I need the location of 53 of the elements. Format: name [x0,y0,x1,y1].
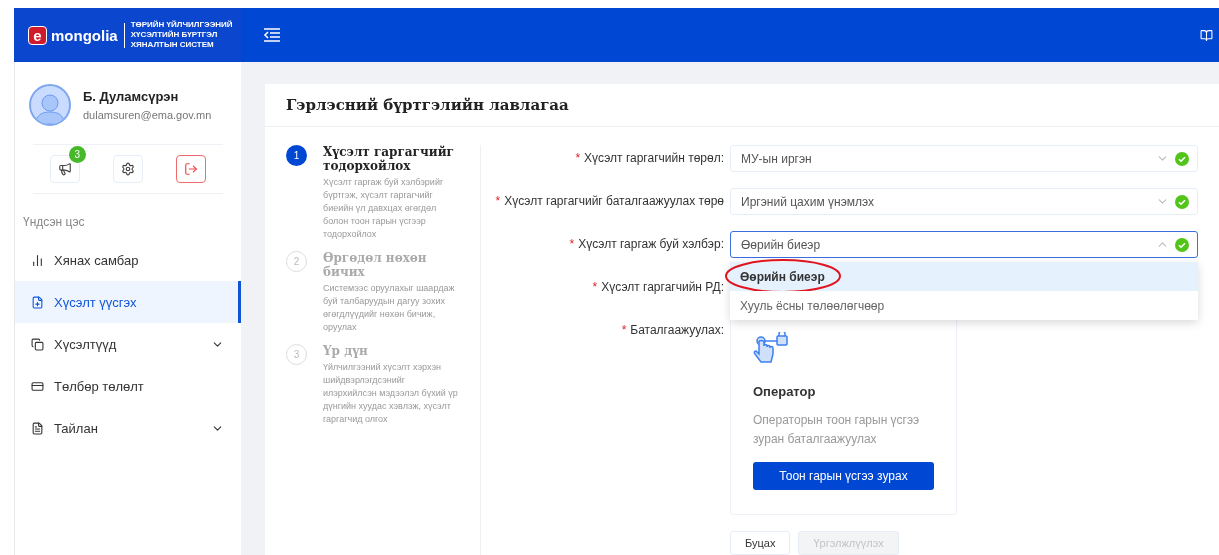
sign-button[interactable]: Тоон гарын үсгээ зурах [753,462,934,490]
menu-icon [31,295,44,309]
select-field[interactable]: Иргэний цахим үнэмлэх [730,188,1198,215]
page-title: Гэрлэсний бүртгэлийн лавлагаа [286,96,569,114]
required-mark: * [621,323,627,337]
required-mark: * [569,237,575,251]
menu-icon [31,337,44,351]
required-mark: * [575,151,581,165]
menu-icon [31,379,44,393]
menu-item[interactable]: Хянах самбар [15,239,241,281]
settings-icon [121,162,135,176]
logout-button[interactable] [176,155,207,183]
field-label: Хүсэлт гаргагчийн РД: [601,280,724,294]
field-label: Хүсэлт гаргаж буй хэлбэр: [578,237,724,251]
menu-heading: Үндсэн цэс [23,215,86,229]
menu-item[interactable]: Хүсэлт үүсгэх [15,281,241,323]
megaphone-icon [57,162,72,176]
menu-item[interactable]: Төлбөр төлөлт [15,365,241,407]
select-field[interactable]: МУ-ын иргэн [730,145,1198,172]
menu-item[interactable]: Тайлан [15,407,241,449]
system-title: ТӨРИЙН ҮЙЛЧИЛГЭЭНИЙ ХҮСЭЛТИЙН БҮРТГЭЛ ХЯНАЛТЫН СИСТЕМ [130,20,233,50]
field-label: Хүсэлт гаргагчийг баталгаажуулах төрө [504,194,724,208]
field-label: Хүсэлт гаргагчийн төрөл: [584,151,724,165]
step-number: 3 [286,344,307,365]
menu-icon [31,421,44,435]
hand-lock-icon [753,332,789,366]
logout-icon [184,162,199,176]
required-mark: * [592,280,598,294]
logo: e mongolia [28,25,118,45]
back-button[interactable]: Буцах [730,531,791,555]
menu-collapse-icon[interactable] [263,28,281,42]
step-description: Системээс оруулахыг шаардаж буй талбаруудын дагуу зохих өгөгдлүүдийг нөхөн бичиж, оруулах [323,282,456,334]
step-title: Өргөдөл нөхөн бичих [323,251,428,279]
step-title: Үр дүн [323,344,369,358]
user-email: dulamsuren@ema.gov.mn [83,109,212,121]
field-label: Баталгаажуулах: [630,323,724,337]
menu-item[interactable]: Хүсэлтүүд [15,323,241,365]
menu-icon [31,253,44,267]
step-description: Хүсэлт гаргаж буй хэлбэрийг бүртгэж, хүсэлт гаргагчийг биеийн үл давхцах өгөгдөл болон тоон гарын үсгээр тодорхойлох [323,176,445,241]
settings-button[interactable] [113,155,143,183]
avatar-icon [29,84,71,126]
user-name: Б. Дуламсүрэн [83,89,180,104]
card-description: Операторын тоон гарын үсгээ зуран баталгаажуулах [753,412,921,448]
step-description: Үйлчилгээний хүсэлт хэрхэн шийдвэрлэгдсэнийг илэрхийлсэн мэдээлэл бүхий үр дүнгийн хуудас хэвлэж, хүсэлт гаргагчид олгох [323,361,459,426]
required-mark: * [495,194,501,208]
dropdown-option[interactable]: Хууль ёсны төлөөлөгчөөр [730,291,1198,320]
card-title: Оператор [753,384,817,399]
step-number: 2 [286,251,307,272]
book-icon[interactable] [1200,28,1213,42]
notification-badge: 3 [68,146,86,163]
step-title: Хүсэлт гаргагчийг тодорхойлох [323,145,455,173]
step-number: 1 [286,145,307,166]
select-field[interactable]: Өөрийн биеэр [730,231,1198,258]
